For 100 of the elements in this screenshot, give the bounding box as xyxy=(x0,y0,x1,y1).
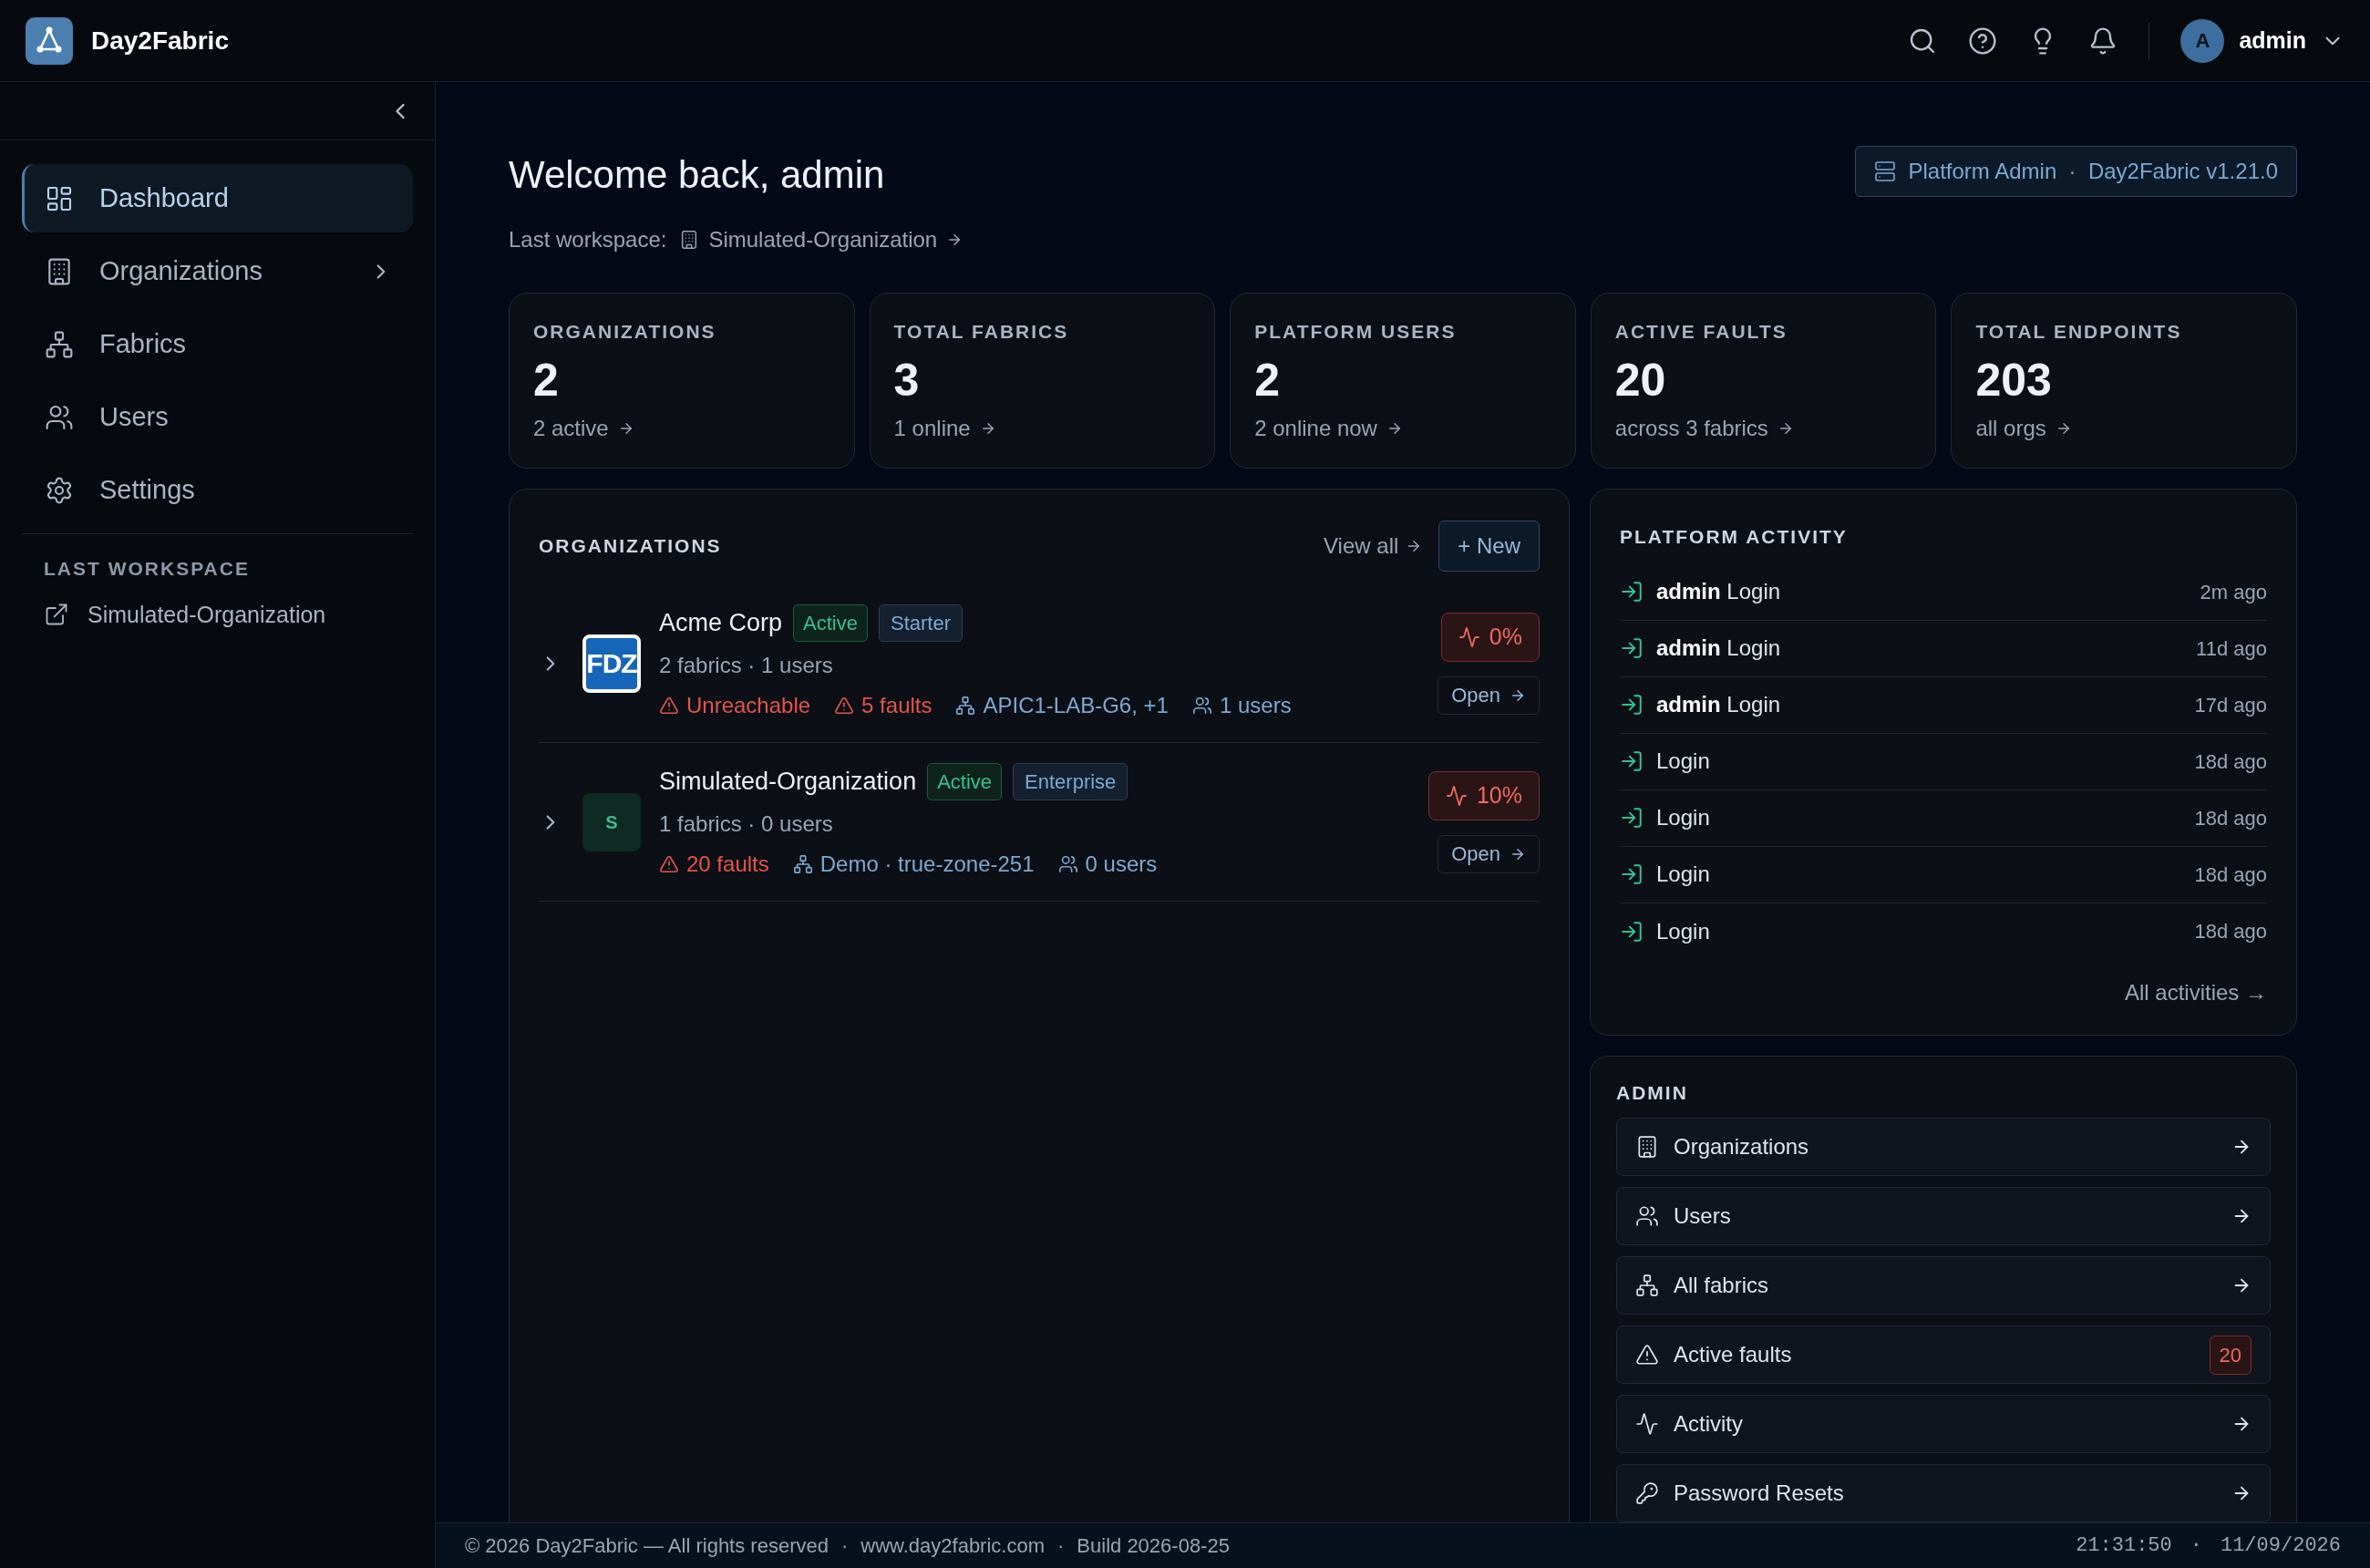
settings-icon xyxy=(45,475,74,505)
clock-date: 11/09/2026 xyxy=(2220,1533,2341,1559)
separator-dot: · xyxy=(2190,1533,2202,1559)
activity-text: Login xyxy=(1656,917,1711,945)
building-icon xyxy=(1635,1135,1659,1159)
users-icon xyxy=(1635,1204,1659,1228)
org-meta: Unreachable xyxy=(686,692,811,719)
new-button[interactable]: + New xyxy=(1438,521,1540,572)
activity-time: 11d ago xyxy=(2196,635,2267,662)
warning-icon xyxy=(834,696,855,716)
footer-text: © 2026 Day2Fabric — All rights reserved xyxy=(465,1533,829,1559)
stat-link[interactable]: 2 online now xyxy=(1254,411,1403,445)
org-summary: 2 fabrics · 1 users xyxy=(659,652,834,679)
network-icon xyxy=(955,696,976,716)
login-icon xyxy=(1620,693,1644,717)
activity-text: Login xyxy=(1656,748,1711,775)
admin-link[interactable]: Password Resets xyxy=(1616,1464,2271,1522)
admin-link[interactable]: Activity xyxy=(1616,1395,2271,1453)
warning-icon xyxy=(659,696,679,716)
server-icon xyxy=(1873,160,1896,182)
org-summary: 1 fabrics · 0 users xyxy=(659,810,834,838)
platform-badge: Platform Admin · Day2Fabric v1.21.0 xyxy=(1854,146,2297,197)
stat-label: ORGANIZATIONS xyxy=(533,320,717,344)
activity-text: Login xyxy=(1656,804,1711,831)
website-link[interactable]: www.day2fabric.com xyxy=(860,1531,1045,1561)
org-meta: APIC1-LAB-G6, +1 xyxy=(983,692,1169,719)
last-workspace-label: Last workspace: xyxy=(509,226,667,253)
org-meta: Demo · true-zone-251 xyxy=(819,851,1035,878)
org-meta: 5 faults xyxy=(861,692,933,719)
open-button[interactable]: Open xyxy=(1437,676,1540,715)
org-meta: 1 users xyxy=(1219,692,1292,719)
admin-link[interactable]: Users xyxy=(1616,1187,2271,1245)
activity-time: 2m ago xyxy=(2200,579,2267,605)
stat-label: TOTAL FABRICS xyxy=(893,320,1070,344)
activity-text: admin Login xyxy=(1656,578,1782,605)
users-icon xyxy=(1191,696,1212,716)
activity-time: 18d ago xyxy=(2194,861,2267,888)
stat-label: PLATFORM USERS xyxy=(1254,320,1458,344)
warning-icon xyxy=(659,854,679,874)
help-icon[interactable] xyxy=(1968,26,1998,56)
org-meta: 20 faults xyxy=(686,851,769,878)
org-name[interactable]: Acme Corp xyxy=(659,604,783,642)
stat-link[interactable]: 1 online xyxy=(893,411,996,445)
activity-text: admin Login xyxy=(1656,634,1782,662)
status-tag: Active xyxy=(793,604,868,642)
activity-text: admin Login xyxy=(1656,691,1782,718)
user-avatar[interactable]: A xyxy=(2180,18,2225,63)
separator-dot: · xyxy=(1057,1533,1065,1559)
network-icon xyxy=(1635,1274,1659,1297)
stat-link[interactable]: all orgs xyxy=(1975,411,2072,445)
pulse-icon xyxy=(1445,784,1468,807)
stat-value: 2 xyxy=(1254,353,1281,407)
clock-time: 21:31:50 xyxy=(2076,1533,2172,1559)
logo-icon xyxy=(26,16,73,65)
app-name: Day2Fabric xyxy=(91,25,229,57)
health-badge: 0% xyxy=(1440,612,1540,662)
admin-link[interactable]: All fabrics xyxy=(1616,1256,2271,1315)
stat-value: 203 xyxy=(1975,353,2053,407)
pulse-icon xyxy=(1458,625,1480,648)
panel-title: ORGANIZATIONS xyxy=(539,534,722,559)
stat-link[interactable]: across 3 fabrics xyxy=(1614,411,1794,445)
login-icon xyxy=(1620,862,1644,886)
open-button[interactable]: Open xyxy=(1437,834,1540,873)
key-icon xyxy=(1635,1481,1659,1505)
last-workspace-link[interactable]: Simulated-Organization xyxy=(679,223,963,256)
count-badge: 20 xyxy=(2209,1335,2252,1375)
login-icon xyxy=(1620,580,1644,603)
sidebar-item[interactable]: Dashboard xyxy=(22,164,413,232)
separator-dot: · xyxy=(840,1533,849,1559)
workspace-link[interactable]: Simulated-Organization xyxy=(44,597,391,632)
stat-link[interactable]: 2 active xyxy=(533,411,634,445)
admin-link[interactable]: Organizations xyxy=(1616,1118,2271,1176)
activity-time: 18d ago xyxy=(2194,748,2267,775)
section-title: LAST WORKSPACE xyxy=(43,557,251,581)
stat-value: 20 xyxy=(1614,353,1667,407)
sidebar-item[interactable]: Fabrics xyxy=(22,310,413,378)
view-all-link[interactable]: View all xyxy=(1324,530,1423,562)
network-icon xyxy=(45,329,74,359)
all-activities-link[interactable]: All activities → xyxy=(2124,975,2267,1009)
sidebar-item[interactable]: Organizations xyxy=(22,237,413,305)
admin-link[interactable]: Active faults 20 xyxy=(1616,1326,2271,1384)
network-icon xyxy=(792,854,813,874)
page-title: Welcome back, admin xyxy=(509,152,886,198)
login-icon xyxy=(1620,806,1644,830)
users-icon xyxy=(1057,854,1078,874)
org-avatar: S xyxy=(582,792,641,851)
user-name[interactable]: admin xyxy=(2239,23,2306,58)
org-meta: 0 users xyxy=(1085,851,1158,878)
sidebar-item[interactable]: Users xyxy=(22,383,413,451)
stat-label: TOTAL ENDPOINTS xyxy=(1975,320,2183,344)
stat-value: 2 xyxy=(533,353,560,407)
health-badge: 10% xyxy=(1427,770,1540,820)
stat-label: ACTIVE FAULTS xyxy=(1614,320,1788,344)
login-icon xyxy=(1620,919,1644,944)
warning-icon xyxy=(1635,1343,1659,1367)
org-name[interactable]: Simulated-Organization xyxy=(659,763,917,800)
footer-text: Build 2026-08-25 xyxy=(1077,1533,1230,1559)
stat-value: 3 xyxy=(893,353,921,407)
sidebar-item[interactable]: Settings xyxy=(22,456,413,524)
activity-time: 18d ago xyxy=(2194,919,2267,944)
